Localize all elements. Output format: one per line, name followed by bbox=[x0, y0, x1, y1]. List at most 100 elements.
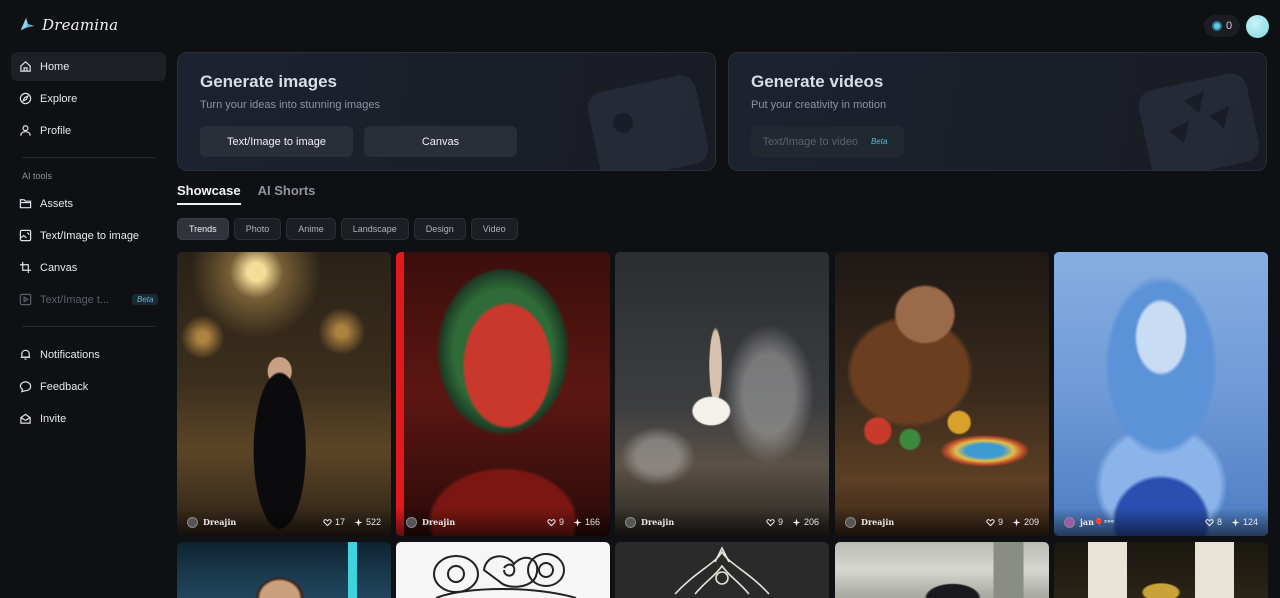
image-edit-icon bbox=[19, 229, 32, 242]
compass-icon bbox=[19, 92, 32, 105]
sidebar-item-feedback[interactable]: Feedback bbox=[11, 372, 166, 401]
user-avatar[interactable] bbox=[1246, 15, 1269, 38]
credits-count: 0 bbox=[1226, 20, 1233, 32]
author-avatar bbox=[625, 516, 636, 528]
card-footer: jan🎈ᶻᵒᵉ 8 124 bbox=[1054, 508, 1268, 536]
card-likes[interactable]: 8 bbox=[1205, 517, 1222, 527]
sidebar-group-label: AI tools bbox=[22, 171, 53, 181]
chat-icon bbox=[19, 380, 32, 393]
sidebar-item-label: Explore bbox=[40, 92, 78, 105]
card-uses[interactable]: 166 bbox=[573, 517, 600, 527]
sidebar-item-label: Assets bbox=[40, 197, 74, 210]
card-author[interactable]: Dreajin bbox=[625, 516, 757, 528]
showcase-card[interactable] bbox=[177, 542, 391, 598]
content-tabs: Showcase AI Shorts bbox=[177, 183, 315, 205]
hero-subtitle: Turn your ideas into stunning images bbox=[200, 99, 380, 111]
sidebar-item-label: Invite bbox=[40, 412, 67, 425]
category-filters: Trends Photo Anime Landscape Design Vide… bbox=[177, 218, 518, 240]
likes-count: 9 bbox=[997, 517, 1003, 527]
sidebar-item-label: Text/Image to image bbox=[40, 229, 140, 242]
credits-badge[interactable]: 0 bbox=[1204, 15, 1241, 37]
sidebar-item-profile[interactable]: Profile bbox=[11, 116, 166, 145]
filter-trends[interactable]: Trends bbox=[177, 218, 229, 240]
sidebar-item-label: Home bbox=[40, 60, 70, 73]
card-image bbox=[177, 542, 391, 598]
sidebar: Home Explore Profile AI tools Assets Tex… bbox=[11, 52, 166, 436]
uses-count: 206 bbox=[803, 517, 819, 527]
generate-videos-card: Generate videos Put your creativity in m… bbox=[728, 52, 1267, 171]
card-uses[interactable]: 206 bbox=[792, 517, 819, 527]
filter-anime[interactable]: Anime bbox=[286, 218, 336, 240]
likes-count: 8 bbox=[1216, 517, 1222, 527]
filter-design[interactable]: Design bbox=[413, 218, 466, 240]
card-image bbox=[615, 252, 829, 536]
sparkle-icon bbox=[792, 517, 801, 527]
home-icon bbox=[19, 60, 32, 73]
sparkle-icon bbox=[1012, 517, 1021, 527]
uses-count: 209 bbox=[1023, 517, 1039, 527]
folder-icon bbox=[19, 197, 32, 210]
tab-ai-shorts[interactable]: AI Shorts bbox=[258, 183, 316, 205]
sidebar-item-explore[interactable]: Explore bbox=[11, 84, 166, 113]
author-avatar bbox=[406, 516, 417, 528]
author-name: jan🎈ᶻᵒᵉ bbox=[1080, 517, 1115, 527]
card-likes[interactable]: 9 bbox=[986, 517, 1003, 527]
hero-subtitle: Put your creativity in motion bbox=[751, 99, 887, 111]
card-image bbox=[1054, 252, 1268, 536]
card-uses[interactable]: 522 bbox=[354, 517, 381, 527]
card-author[interactable]: jan🎈ᶻᵒᵉ bbox=[1064, 516, 1196, 528]
card-image bbox=[396, 252, 610, 536]
video-icon bbox=[19, 293, 32, 306]
sidebar-divider bbox=[22, 326, 155, 327]
card-likes[interactable]: 17 bbox=[323, 517, 345, 527]
sidebar-item-label: Text/Image t... bbox=[40, 293, 110, 306]
showcase-card[interactable] bbox=[396, 542, 610, 598]
image-decor-icon bbox=[587, 75, 708, 170]
card-author[interactable]: Dreajin bbox=[406, 516, 538, 528]
text-image-to-image-button[interactable]: Text/Image to image bbox=[200, 126, 353, 157]
heart-icon bbox=[323, 518, 332, 526]
sidebar-item-text-image-to-image[interactable]: Text/Image to image bbox=[11, 221, 166, 250]
sidebar-item-text-image-to-video[interactable]: Text/Image t... Beta bbox=[11, 285, 166, 314]
showcase-card[interactable] bbox=[835, 542, 1049, 598]
showcase-card[interactable] bbox=[615, 542, 829, 598]
card-footer: Dreajin 9 209 bbox=[835, 508, 1049, 536]
author-name: Dreajin bbox=[422, 517, 456, 527]
sidebar-item-canvas[interactable]: Canvas bbox=[11, 253, 166, 282]
sidebar-item-home[interactable]: Home bbox=[11, 52, 166, 81]
video-decor-icon bbox=[1138, 73, 1260, 170]
sidebar-item-assets[interactable]: Assets bbox=[11, 189, 166, 218]
sidebar-item-notifications[interactable]: Notifications bbox=[11, 340, 166, 369]
text-image-to-video-button[interactable]: Text/Image to video Beta bbox=[751, 126, 904, 157]
showcase-card[interactable]: Dreajin 17 522 bbox=[177, 252, 391, 536]
card-author[interactable]: Dreajin bbox=[845, 516, 977, 528]
dreamina-logo[interactable]: Dreamina bbox=[18, 16, 118, 34]
author-name: Dreajin bbox=[641, 517, 675, 527]
author-avatar bbox=[845, 516, 856, 528]
showcase-card[interactable] bbox=[1054, 542, 1268, 598]
card-likes[interactable]: 9 bbox=[766, 517, 783, 527]
filter-video[interactable]: Video bbox=[470, 218, 518, 240]
filter-landscape[interactable]: Landscape bbox=[340, 218, 409, 240]
filter-photo[interactable]: Photo bbox=[233, 218, 282, 240]
showcase-card[interactable]: Dreajin 9 166 bbox=[396, 252, 610, 536]
card-image bbox=[835, 542, 1049, 598]
card-author[interactable]: Dreajin bbox=[187, 516, 314, 528]
heart-icon bbox=[547, 518, 556, 526]
card-uses[interactable]: 124 bbox=[1231, 517, 1258, 527]
showcase-card[interactable]: Dreajin 9 206 bbox=[615, 252, 829, 536]
card-image bbox=[177, 252, 391, 536]
tab-showcase[interactable]: Showcase bbox=[177, 183, 241, 205]
card-uses[interactable]: 209 bbox=[1012, 517, 1039, 527]
card-likes[interactable]: 9 bbox=[547, 517, 564, 527]
showcase-card[interactable]: jan🎈ᶻᵒᵉ 8 124 bbox=[1054, 252, 1268, 536]
beta-badge: Beta bbox=[865, 136, 893, 147]
top-bar: Dreamina 0 bbox=[0, 0, 1280, 52]
hero-title: Generate images bbox=[200, 72, 338, 91]
bell-icon bbox=[19, 348, 32, 361]
canvas-button[interactable]: Canvas bbox=[364, 126, 517, 157]
showcase-card[interactable]: Dreajin 9 209 bbox=[835, 252, 1049, 536]
sidebar-item-invite[interactable]: Invite bbox=[11, 404, 166, 433]
sidebar-item-label: Notifications bbox=[40, 348, 100, 361]
sidebar-item-label: Canvas bbox=[40, 261, 78, 274]
